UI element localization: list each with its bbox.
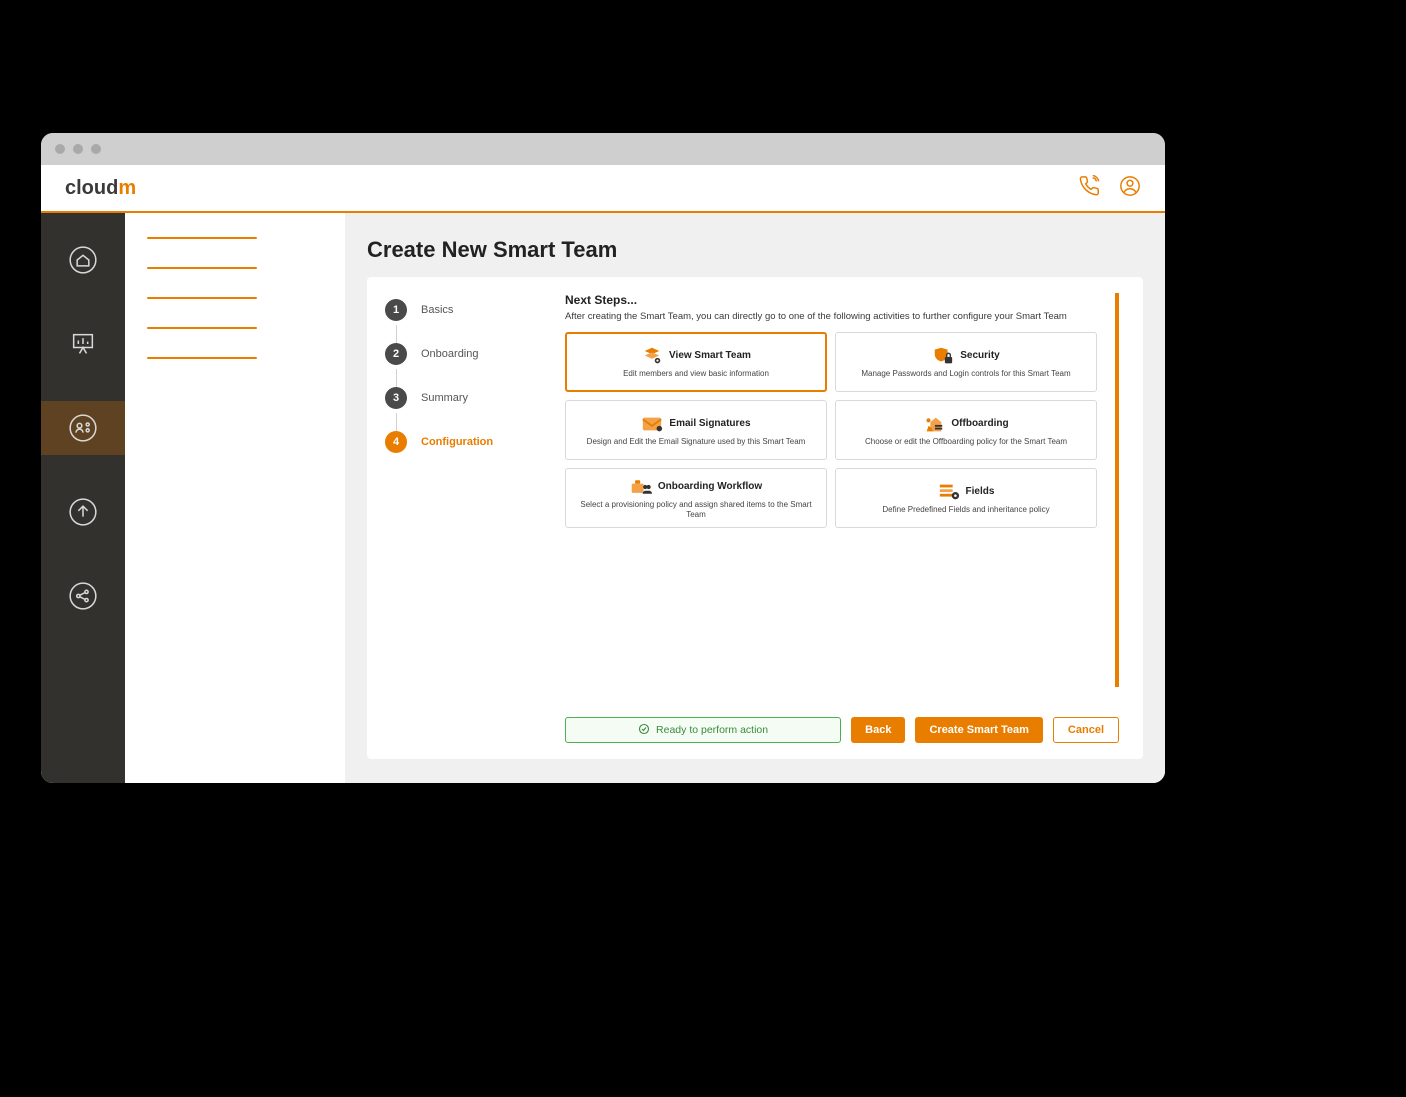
brand-logo: cloudm <box>65 177 136 200</box>
user-icon[interactable] <box>1119 175 1141 202</box>
side-placeholder-line <box>147 237 257 239</box>
window-dot[interactable] <box>55 144 65 154</box>
exit-person-icon <box>923 414 945 434</box>
tile-desc: Edit members and view basic information <box>623 369 769 379</box>
nav-share[interactable] <box>41 569 125 623</box>
side-placeholder-line <box>147 297 257 299</box>
next-steps-subtitle: After creating the Smart Team, you can d… <box>565 311 1097 322</box>
step-summary[interactable]: 3 Summary <box>385 387 539 409</box>
create-smart-team-button[interactable]: Create Smart Team <box>915 717 1042 743</box>
tile-desc: Manage Passwords and Login controls for … <box>861 369 1070 379</box>
logo-text-b: m <box>118 177 136 199</box>
top-bar: cloudm <box>41 165 1165 213</box>
side-panel <box>125 213 345 783</box>
step-onboarding[interactable]: 2 Onboarding <box>385 343 539 365</box>
briefcase-people-icon <box>630 477 652 497</box>
step-number: 2 <box>385 343 407 365</box>
tile-title: Fields <box>966 486 995 497</box>
tile-desc: Choose or edit the Offboarding policy fo… <box>865 437 1067 447</box>
wizard-footer: Ready to perform action Back Create Smar… <box>565 687 1119 743</box>
phone-icon[interactable] <box>1079 175 1101 202</box>
step-basics[interactable]: 1 Basics <box>385 299 539 321</box>
tile-desc: Select a provisioning policy and assign … <box>572 500 820 519</box>
tile-view-smart-team[interactable]: View Smart Team Edit members and view ba… <box>565 332 827 392</box>
check-circle-icon <box>638 723 650 738</box>
shield-lock-icon <box>932 346 954 366</box>
nav-presentation[interactable] <box>41 317 125 371</box>
tile-title: Security <box>960 350 999 361</box>
step-number: 1 <box>385 299 407 321</box>
step-number: 3 <box>385 387 407 409</box>
cancel-button[interactable]: Cancel <box>1053 717 1119 743</box>
window-dot[interactable] <box>73 144 83 154</box>
envelope-icon <box>641 414 663 434</box>
status-text: Ready to perform action <box>656 724 768 736</box>
layers-icon <box>641 346 663 366</box>
step-number: 4 <box>385 431 407 453</box>
tile-title: View Smart Team <box>669 350 751 361</box>
tile-title: Onboarding Workflow <box>658 481 762 492</box>
step-label: Basics <box>421 304 453 316</box>
nav-upload[interactable] <box>41 485 125 539</box>
content-card: 1 Basics 2 Onboarding 3 Summary 4 <box>367 277 1143 759</box>
step-label: Onboarding <box>421 348 479 360</box>
tile-onboarding-workflow[interactable]: Onboarding Workflow Select a provisionin… <box>565 468 827 528</box>
list-gear-icon <box>938 482 960 502</box>
side-placeholder-line <box>147 327 257 329</box>
tile-offboarding[interactable]: Offboarding Choose or edit the Offboardi… <box>835 400 1097 460</box>
side-placeholder-line <box>147 267 257 269</box>
tile-email-signatures[interactable]: Email Signatures Design and Edit the Ema… <box>565 400 827 460</box>
left-nav <box>41 213 125 783</box>
tile-title: Email Signatures <box>669 418 750 429</box>
logo-text-a: cloud <box>65 177 118 199</box>
tile-title: Offboarding <box>951 418 1008 429</box>
nav-teams[interactable] <box>41 401 125 455</box>
window-dot[interactable] <box>91 144 101 154</box>
wizard-stepper: 1 Basics 2 Onboarding 3 Summary 4 <box>367 277 557 759</box>
tile-desc: Design and Edit the Email Signature used… <box>587 437 806 447</box>
step-configuration[interactable]: 4 Configuration <box>385 431 539 453</box>
nav-home[interactable] <box>41 233 125 287</box>
step-label: Summary <box>421 392 468 404</box>
tile-security[interactable]: Security Manage Passwords and Login cont… <box>835 332 1097 392</box>
side-placeholder-line <box>147 357 257 359</box>
window-titlebar <box>41 133 1165 165</box>
back-button[interactable]: Back <box>851 717 905 743</box>
configuration-panel: Next Steps... After creating the Smart T… <box>557 277 1143 759</box>
status-banner: Ready to perform action <box>565 717 841 743</box>
app-window: cloudm <box>41 133 1165 783</box>
tile-desc: Define Predefined Fields and inheritance… <box>882 505 1049 515</box>
tile-fields[interactable]: Fields Define Predefined Fields and inhe… <box>835 468 1097 528</box>
app-shell: cloudm <box>41 165 1165 783</box>
next-steps-title: Next Steps... <box>565 293 1097 307</box>
step-label: Configuration <box>421 436 493 448</box>
page-title: Create New Smart Team <box>367 237 1143 263</box>
main-area: Create New Smart Team 1 Basics 2 Onboard… <box>345 213 1165 783</box>
